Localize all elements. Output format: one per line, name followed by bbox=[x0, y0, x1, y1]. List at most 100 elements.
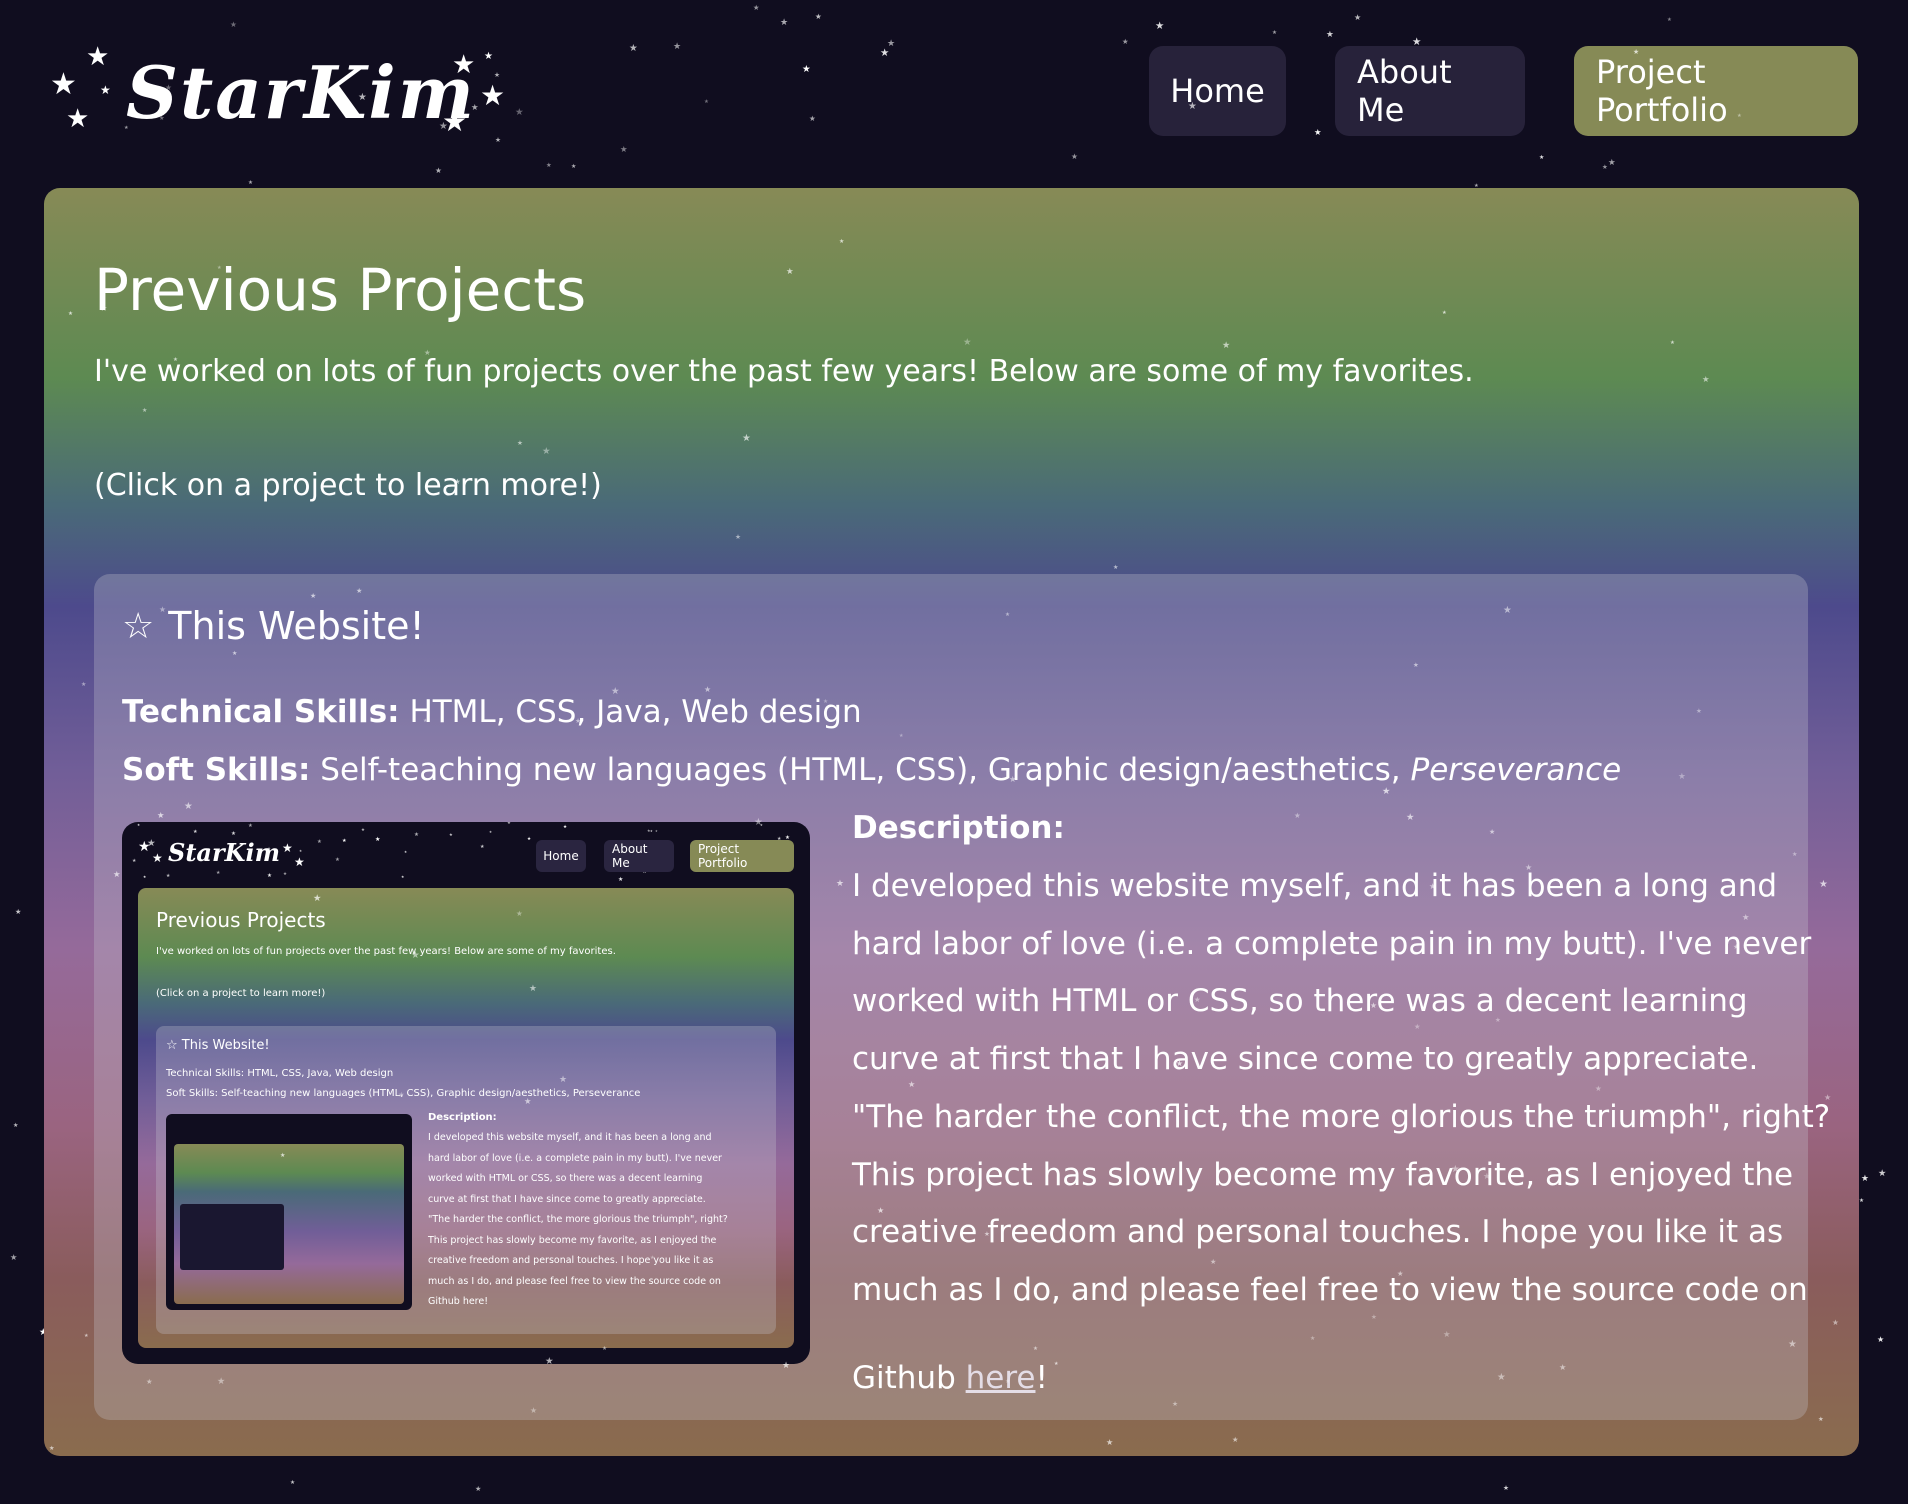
description-last-line: Github here! bbox=[852, 1360, 1048, 1396]
star-icon: ★ bbox=[230, 20, 237, 29]
star-icon: ★ bbox=[571, 164, 577, 170]
description-line: much as I do, and please feel free to vi… bbox=[852, 1271, 1808, 1308]
logo-star-icon: ★ bbox=[50, 67, 77, 102]
soft-skills-label: Soft Skills: bbox=[122, 752, 311, 788]
star-icon: ★ bbox=[283, 872, 288, 877]
preview-logo-star-icon: ★ bbox=[152, 851, 163, 865]
preview-description-line: "The harder the conflict, the more glori… bbox=[428, 1214, 728, 1225]
star-icon: ★ bbox=[143, 875, 147, 879]
preview-logo-star-icon: ★ bbox=[294, 855, 305, 869]
star-icon: ★ bbox=[650, 829, 653, 833]
star-icon: ★ bbox=[655, 829, 658, 833]
nav-portfolio-button[interactable]: Project Portfolio bbox=[1574, 46, 1858, 136]
star-icon: ★ bbox=[780, 18, 789, 28]
description-line: worked with HTML or CSS, so there was a … bbox=[852, 983, 1748, 1020]
preview-title: Previous Projects bbox=[156, 908, 326, 932]
logo-star-icon: ★ bbox=[86, 42, 110, 72]
logo-star-icon: ★ bbox=[100, 83, 111, 97]
star-icon: ★ bbox=[361, 828, 365, 833]
description-heading: Description: bbox=[852, 810, 1065, 846]
star-icon: ★ bbox=[404, 850, 408, 854]
star-icon: ★ bbox=[1608, 158, 1616, 168]
star-icon: ★ bbox=[880, 47, 890, 59]
star-icon: ★ bbox=[193, 829, 198, 835]
star-icon: ★ bbox=[375, 836, 381, 843]
star-icon: ★ bbox=[1878, 1168, 1887, 1179]
star-icon: ★ bbox=[618, 877, 624, 883]
logo-text: StarKim bbox=[126, 50, 476, 135]
star-icon: ★ bbox=[414, 832, 419, 838]
star-icon: ★ bbox=[1122, 37, 1129, 46]
github-link[interactable]: here bbox=[966, 1360, 1036, 1396]
star-outline-icon: ☆ bbox=[122, 605, 155, 647]
star-icon: ★ bbox=[753, 3, 760, 12]
preview-nav-portfolio: Project Portfolio bbox=[690, 840, 794, 872]
star-icon: ★ bbox=[166, 874, 171, 879]
preview-description-line: I developed this website myself, and it … bbox=[428, 1132, 712, 1143]
star-icon: ★ bbox=[335, 857, 340, 863]
soft-skills-value: Self-teaching new languages (HTML, CSS),… bbox=[320, 752, 1401, 788]
star-icon: ★ bbox=[563, 825, 568, 830]
soft-skills-value-italic: Perseverance bbox=[1410, 752, 1622, 788]
page-title: Previous Projects bbox=[94, 256, 587, 324]
star-icon: ★ bbox=[475, 1484, 482, 1493]
star-icon: ★ bbox=[527, 837, 532, 842]
preview-panel: Previous Projects I've worked on lots of… bbox=[138, 888, 794, 1348]
star-icon: ★ bbox=[317, 839, 322, 845]
star-icon: ★ bbox=[647, 828, 651, 833]
preview-description-heading: Description: bbox=[428, 1112, 497, 1123]
star-icon: ★ bbox=[1314, 127, 1322, 137]
project-title[interactable]: ☆ This Website! bbox=[122, 604, 425, 648]
intro-text: I've worked on lots of fun projects over… bbox=[94, 354, 1474, 389]
star-icon: ★ bbox=[760, 823, 763, 827]
description-last-suffix: ! bbox=[1035, 1360, 1048, 1396]
star-icon: ★ bbox=[546, 162, 552, 169]
project-title-text: This Website! bbox=[168, 604, 425, 648]
star-icon: ★ bbox=[1326, 30, 1334, 40]
star-icon: ★ bbox=[267, 873, 272, 879]
logo-star-icon: ★ bbox=[452, 50, 476, 80]
description-line: "The harder the conflict, the more glori… bbox=[852, 1098, 1831, 1135]
logo-star-icon: ★ bbox=[480, 79, 506, 112]
star-icon: ★ bbox=[342, 838, 347, 844]
star-icon: ★ bbox=[802, 64, 811, 75]
preview-nested-mini bbox=[180, 1204, 284, 1270]
star-icon: ★ bbox=[1539, 155, 1545, 161]
preview-card-title: ☆ This Website! bbox=[166, 1038, 270, 1053]
preview-logo-text: StarKim bbox=[168, 838, 280, 867]
project-card[interactable]: ☆ This Website! Technical Skills: HTML, … bbox=[94, 574, 1830, 1420]
description-line: hard labor of love (i.e. a complete pain… bbox=[852, 925, 1812, 962]
project-screenshot[interactable]: ★★★★★★★★★★★★★★★★★★★★★★★★★★★★★★★★★★★★★★★★… bbox=[122, 822, 810, 1364]
star-icon: ★ bbox=[1354, 13, 1362, 22]
star-icon: ★ bbox=[1877, 1335, 1885, 1344]
preview-description-line: Github here! bbox=[428, 1296, 489, 1307]
description-line: I developed this website myself, and it … bbox=[852, 868, 1778, 904]
nav-about-button[interactable]: About Me bbox=[1335, 46, 1525, 136]
nav-home-button[interactable]: Home bbox=[1149, 46, 1286, 136]
site-logo[interactable]: ★ ★ ★ ★ StarKim ★ ★ ★ ★ ★ bbox=[44, 40, 514, 150]
preview-nav-home: Home bbox=[536, 840, 586, 872]
star-icon: ★ bbox=[137, 823, 141, 827]
star-icon: ★ bbox=[132, 858, 137, 864]
star-icon: ★ bbox=[1272, 30, 1278, 36]
page: ★★★★★★★★★★★★★★★★★★★★★★★★★★★★★★★★★★★★★★★★… bbox=[0, 0, 1908, 1504]
star-icon: ★ bbox=[620, 144, 628, 154]
star-icon: ★ bbox=[1503, 1484, 1509, 1492]
star-icon: ★ bbox=[449, 832, 453, 837]
star-icon: ★ bbox=[1859, 1198, 1865, 1204]
technical-skills-value: HTML, CSS, Java, Web design bbox=[409, 694, 862, 730]
star-icon: ★ bbox=[401, 875, 405, 879]
star-icon: ★ bbox=[673, 42, 682, 52]
star-icon: ★ bbox=[1667, 17, 1672, 23]
preview-card-title-text: This Website! bbox=[181, 1038, 270, 1053]
star-icon: ★ bbox=[1602, 163, 1608, 171]
description-line: curve at first that I have since come to… bbox=[852, 1041, 1759, 1078]
logo-star-icon: ★ bbox=[66, 104, 90, 134]
star-icon: ★ bbox=[1155, 20, 1165, 32]
star-icon: ★ bbox=[13, 1122, 19, 1129]
star-icon: ★ bbox=[248, 180, 254, 186]
preview-technical: Technical Skills: HTML, CSS, Java, Web d… bbox=[166, 1068, 394, 1079]
star-icon: ★ bbox=[10, 1252, 18, 1262]
preview-description-line: much as I do, and please feel free to vi… bbox=[428, 1275, 721, 1287]
technical-skills-label: Technical Skills: bbox=[122, 694, 400, 730]
